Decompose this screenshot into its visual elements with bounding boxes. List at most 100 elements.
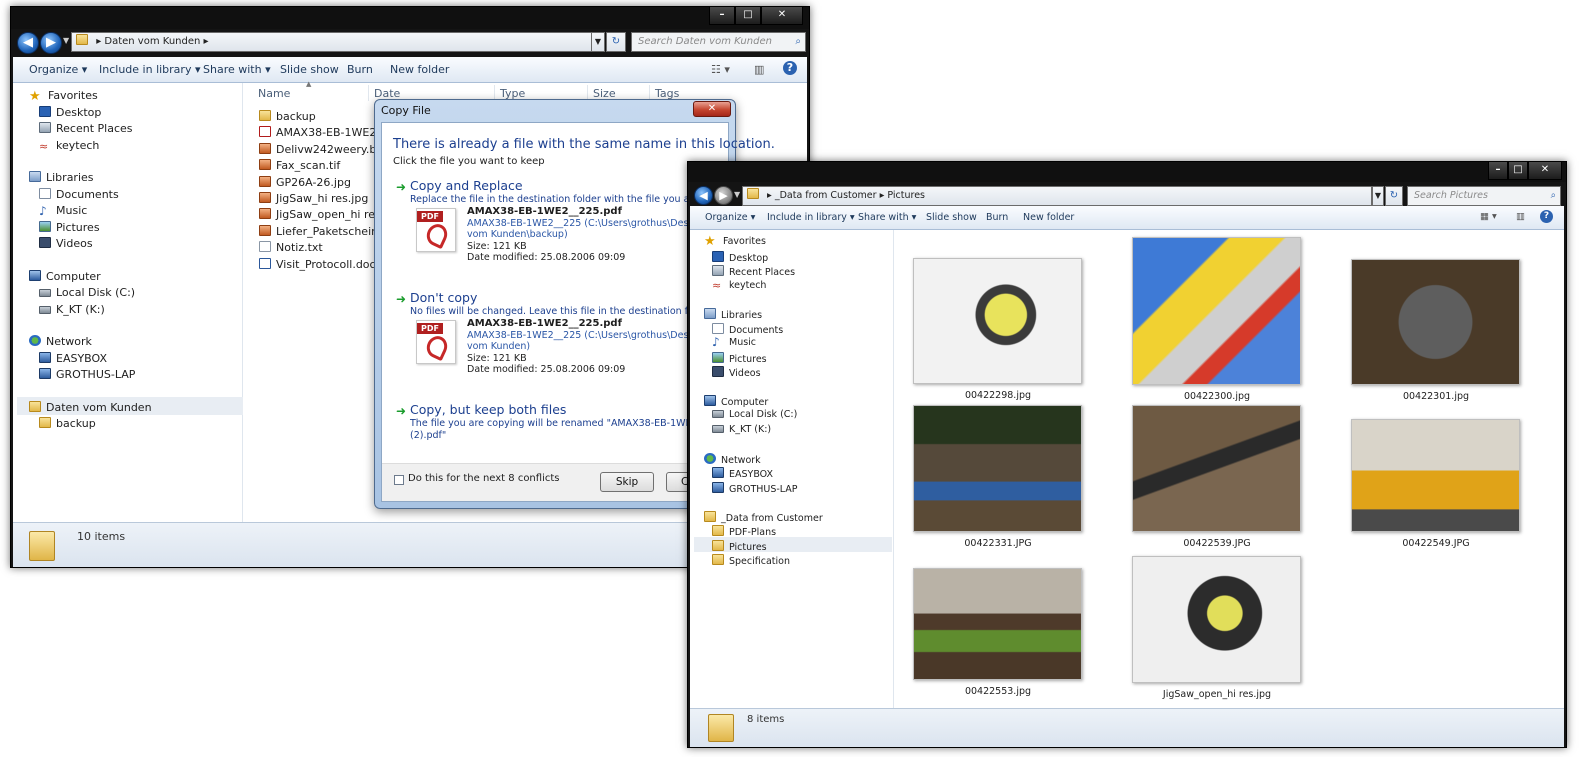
dialog-close-button[interactable]: ✕ [693,101,731,117]
nav-documents[interactable]: Documents [712,323,783,336]
thumbnail-caption[interactable]: 00422301.jpg [1351,391,1521,402]
nav-libraries[interactable]: Libraries [704,308,762,321]
help-icon[interactable]: ? [1540,210,1553,223]
share-with-button[interactable]: Share with ▾ [203,63,271,76]
nav-videos[interactable]: Videos [712,366,761,379]
nav-network[interactable]: Network [29,335,92,348]
nav-grothus-lap[interactable]: GROTHUS-LAP [39,368,135,381]
nav-desktop[interactable]: Desktop [39,106,101,119]
address-dropdown-button[interactable]: ▼ [1372,186,1384,206]
address-bar[interactable]: ▸ _Data from Customer ▸ Pictures [742,186,1372,206]
nav-music[interactable]: ♪ Music [39,204,87,217]
forward-button[interactable]: ▶ [714,186,733,205]
organize-button[interactable]: Organize ▾ [705,212,755,223]
nav-libraries[interactable]: Libraries [29,171,94,184]
thumbnail-image[interactable] [1132,405,1301,532]
search-icon[interactable]: ⌕ [795,33,801,51]
nav-grothus-lap[interactable]: GROTHUS-LAP [712,482,798,495]
file-row[interactable]: AMAX38-EB-1WE2_... [259,126,392,139]
option-copy-and-replace[interactable]: ➜ Copy and Replace Replace the file in t… [392,178,743,288]
skip-button[interactable]: Skip [600,472,654,492]
nav-local-disk[interactable]: Local Disk (C:) [39,286,135,299]
nav-videos[interactable]: Videos [39,237,93,250]
thumbnail-image[interactable] [1132,237,1301,385]
minimize-button[interactable]: – [709,7,735,25]
file-row[interactable]: Fax_scan.tif [259,159,340,172]
nav-local-disk[interactable]: Local Disk (C:) [712,409,797,420]
nav-favorites[interactable]: ★ Favorites [704,235,766,248]
nav-pictures[interactable]: Pictures [39,221,100,234]
breadcrumb-item[interactable]: Pictures [887,190,925,201]
thumbnail-image[interactable] [1132,556,1301,683]
search-input[interactable]: Search Daten vom Kunden ⌕ [631,32,806,52]
search-input[interactable]: Search Pictures ⌕ [1407,186,1561,206]
nav-easybox[interactable]: EASYBOX [712,467,773,480]
nav-keytech[interactable]: ≈ keytech [39,139,99,152]
breadcrumb-item[interactable]: Daten vom Kunden [104,36,200,47]
nav-k-drive[interactable]: K_KT (K:) [712,424,771,435]
new-folder-button[interactable]: New folder [390,63,449,76]
thumbnail-caption[interactable]: 00422298.jpg [913,390,1083,401]
slide-show-button[interactable]: Slide show [280,63,339,76]
file-row[interactable]: Notiz.txt [259,241,323,254]
nav-specification[interactable]: Specification [712,554,790,567]
include-in-library-button[interactable]: Include in library ▾ [767,212,855,223]
minimize-button[interactable]: – [1488,162,1508,180]
apply-to-all-checkbox[interactable] [394,475,404,485]
burn-button[interactable]: Burn [986,212,1008,223]
organize-button[interactable]: Organize ▾ [29,63,87,76]
recent-pages-dropdown[interactable]: ▼ [734,190,740,199]
thumbnail-image[interactable] [913,258,1082,384]
thumbnail-caption[interactable]: 00422549.JPG [1351,538,1521,549]
nav-music[interactable]: ♪ Music [712,336,756,348]
view-options-icon[interactable]: ☷ ▾ [711,63,730,76]
slide-show-button[interactable]: Slide show [926,212,977,223]
file-row[interactable]: GP26A-26.jpg [259,175,351,189]
view-options-icon[interactable]: ▦ ▾ [1480,211,1497,222]
file-row[interactable]: JigSaw_hi res.jpg [259,192,368,205]
breadcrumb-item[interactable]: _Data from Customer [775,190,877,201]
search-icon[interactable]: ⌕ [1551,187,1556,205]
nav-network[interactable]: Network [704,453,761,466]
nav-easybox[interactable]: EASYBOX [39,352,107,365]
nav-documents[interactable]: Documents [39,188,119,201]
nav-recent-places[interactable]: Recent Places [39,122,133,135]
recent-pages-dropdown[interactable]: ▼ [63,36,69,45]
new-folder-button[interactable]: New folder [1023,212,1074,223]
thumbnail-image[interactable] [913,568,1082,680]
column-name[interactable]: Name [258,87,290,100]
nav-data-from-customer[interactable]: _Data from Customer [704,511,823,524]
close-button[interactable]: ✕ [1528,162,1562,180]
thumbnail-image[interactable] [1351,419,1520,532]
option-keep-both[interactable]: ➜ Copy, but keep both files The file you… [392,402,732,452]
thumbnail-caption[interactable]: 00422539.JPG [1132,538,1302,549]
thumbnail-image[interactable] [1351,259,1520,385]
nav-k-drive[interactable]: K_KT (K:) [39,303,105,316]
thumbnail-caption[interactable]: JigSaw_open_hi res.jpg [1132,689,1302,700]
help-icon[interactable]: ? [783,61,797,75]
forward-button[interactable]: ▶ [40,32,62,54]
thumbnail-caption[interactable]: 00422300.jpg [1132,391,1302,402]
refresh-button[interactable]: ↻ [1385,186,1403,206]
close-button[interactable]: ✕ [761,7,803,25]
nav-favorites[interactable]: ★ Favorites [29,89,98,103]
nav-daten-vom-kunden[interactable]: Daten vom Kunden [29,401,152,414]
include-in-library-button[interactable]: Include in library ▾ [99,63,200,76]
option-dont-copy[interactable]: ➜ Don't copy No files will be changed. L… [392,290,732,400]
nav-pictures-folder[interactable]: Pictures [712,540,767,553]
share-with-button[interactable]: Share with ▾ [858,212,916,223]
address-bar[interactable]: ▸ Daten vom Kunden ▸ [71,32,603,52]
nav-backup[interactable]: backup [39,417,96,430]
back-button[interactable]: ◀ [17,32,39,54]
nav-desktop[interactable]: Desktop [712,251,768,264]
maximize-button[interactable]: □ [735,7,761,25]
thumbnail-image[interactable] [913,405,1082,532]
nav-recent-places[interactable]: Recent Places [712,265,795,278]
file-row[interactable]: Visit_Protocoll.doc [259,257,376,271]
thumbnail-caption[interactable]: 00422331.JPG [913,538,1083,549]
address-dropdown-button[interactable]: ▼ [591,32,605,52]
maximize-button[interactable]: □ [1508,162,1528,180]
preview-pane-icon[interactable]: ▥ [1516,211,1525,222]
nav-computer[interactable]: Computer [704,395,768,408]
nav-pictures[interactable]: Pictures [712,352,767,365]
